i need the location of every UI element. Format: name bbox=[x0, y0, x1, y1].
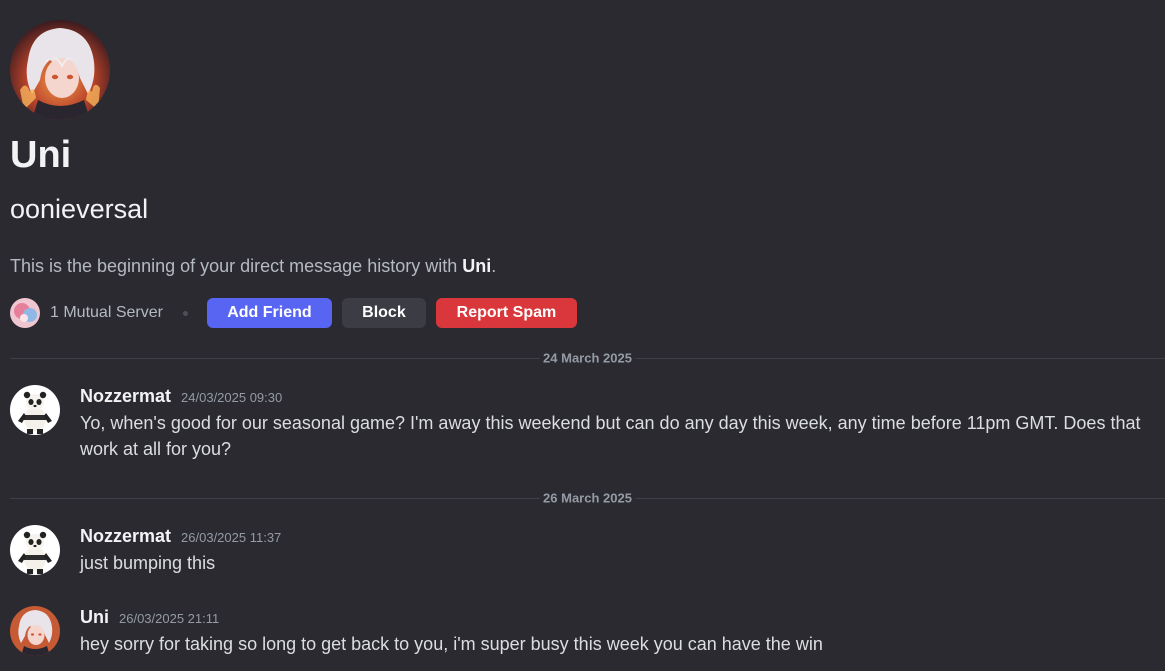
intro-user-name: Uni bbox=[462, 256, 492, 276]
mutual-servers-link[interactable]: 1 Mutual Server bbox=[50, 304, 163, 322]
uni-avatar-icon bbox=[10, 20, 110, 120]
intro-suffix: . bbox=[491, 256, 497, 276]
message-timestamp: 24/03/2025 09:30 bbox=[181, 390, 283, 405]
dm-channel: Uni oonieversal This is the beginning of… bbox=[0, 0, 1165, 671]
message-header: Uni 26/03/2025 21:11 bbox=[80, 607, 219, 628]
panda-avatar-icon bbox=[10, 525, 60, 575]
report-spam-button[interactable]: Report Spam bbox=[435, 298, 577, 328]
message-timestamp: 26/03/2025 11:37 bbox=[181, 530, 282, 545]
date-divider-label: 26 March 2025 bbox=[539, 490, 636, 506]
message-content: just bumping this bbox=[80, 553, 216, 573]
date-divider-label: 24 March 2025 bbox=[539, 350, 636, 366]
mutual-server-icon[interactable] bbox=[10, 298, 40, 328]
profile-display-name: Uni bbox=[10, 134, 72, 176]
date-divider: 24 March 2025 bbox=[10, 350, 1165, 366]
message-author[interactable]: Uni bbox=[80, 607, 109, 628]
message-content: hey sorry for taking so long to get back… bbox=[80, 634, 823, 654]
profile-avatar[interactable] bbox=[10, 20, 110, 120]
separator-dot bbox=[182, 310, 188, 316]
message-avatar[interactable] bbox=[10, 385, 60, 435]
dm-intro-text: This is the beginning of your direct mes… bbox=[10, 254, 496, 278]
profile-actions: 1 Mutual Server Add Friend Block Report … bbox=[10, 298, 587, 328]
profile-username: oonieversal bbox=[10, 194, 149, 224]
block-button[interactable]: Block bbox=[341, 298, 426, 328]
date-divider: 26 March 2025 bbox=[10, 490, 1165, 506]
message-content: Yo, when's good for our seasonal game? I… bbox=[80, 413, 1141, 459]
message-avatar[interactable] bbox=[10, 606, 60, 656]
message-author[interactable]: Nozzermat bbox=[80, 386, 171, 407]
uni-avatar-icon bbox=[10, 606, 60, 656]
message-header: Nozzermat 26/03/2025 11:37 bbox=[80, 526, 281, 547]
message-author[interactable]: Nozzermat bbox=[80, 526, 171, 547]
message-avatar[interactable] bbox=[10, 525, 60, 575]
message-timestamp: 26/03/2025 21:11 bbox=[119, 611, 220, 626]
intro-prefix: This is the beginning of your direct mes… bbox=[10, 256, 463, 276]
panda-avatar-icon bbox=[10, 385, 60, 435]
message-header: Nozzermat 24/03/2025 09:30 bbox=[80, 386, 282, 407]
add-friend-button[interactable]: Add Friend bbox=[206, 298, 332, 328]
